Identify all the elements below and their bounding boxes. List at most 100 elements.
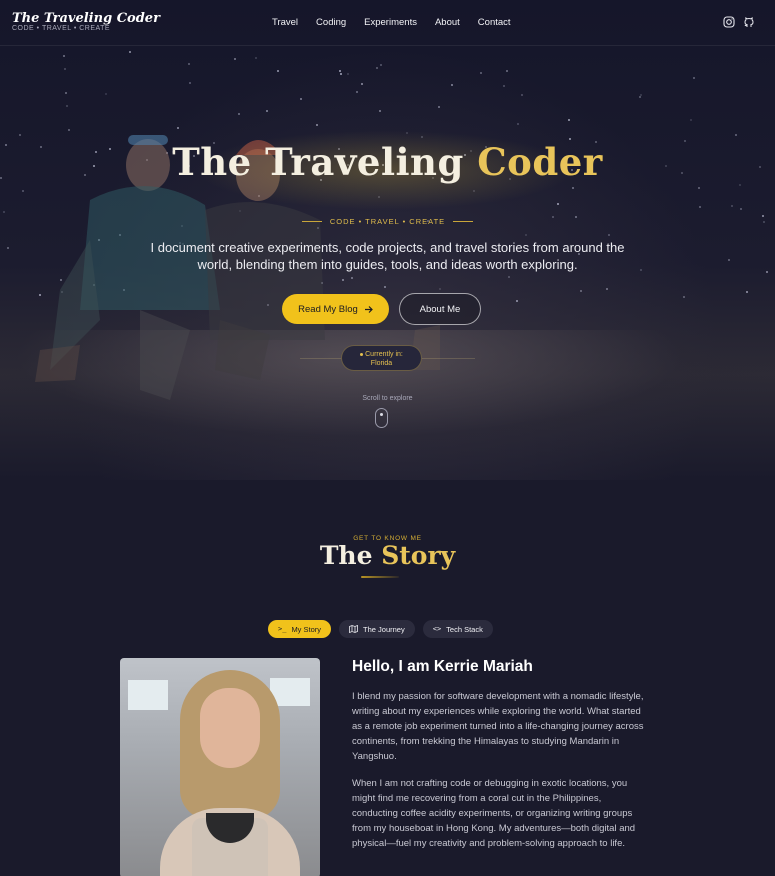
star [63,67,66,70]
photo-face [200,688,260,768]
star [730,204,733,207]
top-navigation: The Traveling Coder CODE • TRAVEL • CREA… [0,0,775,46]
star [690,118,693,121]
story-paragraph-1: I blend my passion for software developm… [352,691,644,762]
star [502,85,505,88]
site-logo-tagline: CODE • TRAVEL • CREATE [12,25,111,32]
hero-description: I document creative experiments, code pr… [150,240,625,272]
tab-the-journey[interactable]: The Journey [339,620,415,638]
star [738,183,741,186]
hero-title-accent: Coder [477,140,603,184]
star [697,187,700,190]
star [2,211,5,214]
star [376,66,378,69]
location-label: Currently in: [365,351,403,358]
star [62,55,65,58]
profile-photo [120,658,320,876]
star [356,90,359,93]
star [682,296,685,299]
instagram-icon[interactable] [723,16,735,28]
star [693,77,696,80]
social-icons [723,16,755,28]
star [740,208,743,211]
star [516,299,519,302]
star [480,72,483,75]
star [698,205,701,208]
star [450,84,453,87]
hero-title-wrap: The Traveling Coder [0,140,775,184]
star [339,73,342,76]
github-icon[interactable] [743,16,755,28]
map-icon [349,625,358,633]
star [105,92,108,95]
hero-tagline-row: CODE • TRAVEL • CREATE [0,217,775,226]
arrow-right-icon [364,305,373,313]
star [745,290,748,293]
star [524,233,527,236]
star [378,109,381,112]
scroll-mouse-icon[interactable] [375,408,388,428]
tab-my-story-label: My Story [291,624,322,634]
star [299,97,302,100]
star [639,96,642,99]
star [506,69,509,72]
location-label-row: Currently in: [342,350,421,359]
hero-tagline: CODE • TRAVEL • CREATE [329,217,446,226]
star [276,70,279,73]
story-tabs: >_ My Story The Journey <> Tech Stack [268,620,493,638]
star [606,287,609,290]
hero-title-part1: The Traveling [172,140,478,184]
read-blog-button[interactable]: Read My Blog [282,294,389,324]
star [361,82,364,85]
photo-window-left [128,680,168,710]
read-blog-label: Read My Blog [298,303,358,315]
nav-link-travel[interactable]: Travel [272,17,298,28]
star [346,73,349,76]
star [128,50,131,53]
nav-link-contact[interactable]: Contact [478,17,511,28]
location-dot-icon [360,352,364,356]
star [508,276,511,279]
location-badge: Currently in: Florida [341,345,422,371]
hero-title: The Traveling Coder [0,140,775,184]
nav-links: Travel Coding Experiments About Contact [272,17,511,28]
tagline-divider-left [301,221,322,222]
scroll-label: Scroll to explore [362,395,413,402]
story-title-accent: Story [381,541,456,570]
star [187,63,190,66]
tab-my-story[interactable]: >_ My Story [268,620,332,638]
star [66,104,69,107]
star [521,93,524,96]
star [567,119,570,122]
terminal-icon: >_ [278,625,287,633]
star [728,258,731,261]
star [237,113,240,116]
story-title-part1: The [319,541,382,570]
tab-tech-stack-label: Tech Stack [446,624,483,634]
star [438,106,441,108]
star [234,57,237,60]
star [6,246,9,249]
tagline-divider-right [453,221,474,222]
scroll-dot [380,413,383,416]
nav-link-experiments[interactable]: Experiments [364,17,417,28]
star [517,123,520,125]
tab-tech-stack[interactable]: <> Tech Stack [422,620,493,638]
star [380,63,383,66]
star [608,234,611,237]
location-value: Florida [370,360,393,367]
nav-link-about[interactable]: About [435,17,460,28]
story-heading: Hello, I am Kerrie Mariah [352,658,533,675]
tab-the-journey-label: The Journey [363,624,405,634]
star [639,269,642,272]
about-me-button[interactable]: About Me [399,293,481,325]
story-title: The Story [0,541,775,570]
code-icon: <> [432,625,442,633]
star [339,69,341,72]
site-logo-title[interactable]: The Traveling Coder [12,11,160,26]
star [580,290,583,293]
star [254,57,257,60]
story-title-underline [361,576,399,578]
story-paragraph-2: When I am not crafting code or debugging… [352,778,636,849]
nav-link-coding[interactable]: Coding [316,17,346,28]
